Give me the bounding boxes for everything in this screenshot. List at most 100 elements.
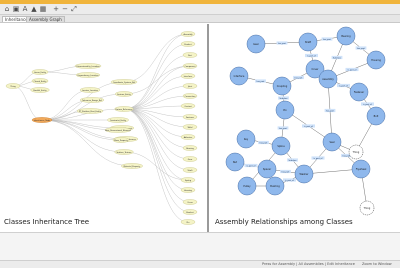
- tree-node[interactable]: Inheritance_Node: [31, 117, 53, 123]
- svg-text:is_part_of: is_part_of: [363, 103, 372, 106]
- graph-node[interactable]: Bushing: [265, 176, 285, 196]
- tree-node[interactable]: Axis_Dimensional_Element: [104, 127, 132, 133]
- tree-node[interactable]: Contact: [180, 103, 196, 109]
- graph-edge-label: has_part: [321, 37, 333, 41]
- tree-node[interactable]: Constraint_Entity: [107, 117, 129, 123]
- tree-node[interactable]: Gear: [182, 156, 198, 162]
- graph-edge-label: Subclass: [278, 96, 289, 100]
- zoom-out-icon[interactable]: −: [61, 5, 69, 13]
- graph-node[interactable]: Pulley: [237, 176, 257, 196]
- tree-node[interactable]: Joint: [182, 83, 198, 89]
- tree-node[interactable]: Product: [180, 41, 196, 47]
- tree-node[interactable]: Cover: [182, 199, 198, 205]
- assembly-relationship-graph[interactable]: has_part has_part is_part_of has_part Subcla…: [211, 24, 400, 232]
- graph-node-label: Pin: [283, 109, 287, 112]
- warning-icon[interactable]: ▲: [30, 5, 38, 13]
- graph-node[interactable]: Housing: [366, 50, 386, 70]
- fit-icon[interactable]: ⤢: [70, 5, 78, 13]
- tree-node[interactable]: Fastener: [182, 114, 198, 120]
- tree-node[interactable]: Feature_Entity: [115, 91, 133, 97]
- tree-node[interactable]: Connection: [182, 93, 198, 99]
- graph-node[interactable]: Interface: [229, 66, 249, 86]
- tree-node[interactable]: Mass_Property: [112, 137, 130, 143]
- tree-node-label: Coordinate_System_Ref: [113, 81, 136, 84]
- tree-node[interactable]: Linear_Entity: [31, 69, 49, 75]
- tree-node[interactable]: Thing: [5, 83, 21, 89]
- tree-node-label: Linear_Entity: [34, 71, 47, 74]
- tree-node[interactable]: Adhesive: [180, 134, 196, 140]
- tree-node[interactable]: Datum_Reference: [114, 106, 134, 112]
- tree-node[interactable]: Bracket: [182, 209, 198, 215]
- tree-node[interactable]: Locator_Location: [79, 87, 101, 93]
- graph-node[interactable]: Nut: [225, 152, 245, 172]
- inheritance-tree-caption: Classes Inheritance Tree: [4, 218, 90, 226]
- text-icon[interactable]: A: [21, 5, 29, 13]
- graph-edge-label: has_part: [355, 46, 367, 50]
- graph-node-label: Spacer: [263, 168, 271, 171]
- zoom-in-icon[interactable]: +: [52, 5, 60, 13]
- graph-node[interactable]: Shaft: [298, 32, 318, 52]
- layout-icon[interactable]: ▦: [39, 5, 47, 13]
- graph-node[interactable]: Fastener: [349, 82, 369, 102]
- graph-node[interactable]: Flywheel: [351, 159, 371, 179]
- graph-node[interactable]: Thing: [348, 144, 364, 160]
- graph-node[interactable]: Pin: [275, 100, 295, 120]
- graph-edge-label: is_part_of: [361, 102, 374, 106]
- svg-text:Subclass: Subclass: [333, 57, 341, 59]
- graph-node[interactable]: Spacer: [257, 159, 277, 179]
- graph-node-label: Seal: [329, 141, 334, 144]
- assembly-graph-panel[interactable]: has_part has_part is_part_of has_part Subcla…: [211, 24, 400, 232]
- tree-node[interactable]: Spring: [180, 177, 196, 183]
- svg-text:Subclass: Subclass: [280, 98, 288, 100]
- graph-node[interactable]: Spline: [271, 136, 291, 156]
- graph-edge-label: is_part_of: [283, 178, 296, 182]
- tree-edge: [41, 119, 125, 153]
- tree-node[interactable]: Material_Property: [121, 163, 143, 169]
- graph-node[interactable]: Key: [236, 129, 256, 149]
- tree-node[interactable]: Pin: [180, 219, 196, 225]
- tree-node[interactable]: PT_Position_Rest_Entity: [76, 108, 104, 114]
- graph-edge-label: Subclass: [287, 158, 298, 162]
- tree-node[interactable]: Closed_Entity: [31, 78, 49, 84]
- tree-edge: [123, 33, 189, 110]
- tree-node[interactable]: Weld: [182, 124, 198, 130]
- tree-node[interactable]: Parallel_Entity: [30, 87, 50, 93]
- tree-node[interactable]: Component: [182, 63, 198, 69]
- graph-node[interactable]: Assembly: [318, 69, 338, 89]
- graph-node[interactable]: Seal: [322, 132, 342, 152]
- tree-node-label: Material_Property: [124, 165, 142, 168]
- graph-node[interactable]: Gear: [246, 34, 266, 54]
- tab-assembly-graph[interactable]: Assembly Graph: [26, 16, 65, 22]
- tree-node[interactable]: Dimensionality_Location: [74, 63, 102, 69]
- graph-node[interactable]: Coupling: [272, 76, 292, 96]
- tree-node[interactable]: Bearing: [182, 145, 198, 151]
- tree-node[interactable]: Tolerance_Range_Ref: [79, 97, 105, 103]
- tree-node-label: Mass_Property: [114, 139, 129, 142]
- home-icon[interactable]: ⌂: [3, 5, 11, 13]
- tree-node[interactable]: Housing: [180, 187, 196, 193]
- tree-node[interactable]: Shaft: [182, 167, 198, 173]
- inheritance-tree-panel[interactable]: Thing Linear_Entity Closed_Entity Parallel_…: [0, 24, 209, 232]
- status-zoom[interactable]: Zoom to Window: [362, 262, 392, 266]
- graph-node-label: Flywheel: [356, 168, 367, 171]
- inheritance-tree-graph[interactable]: Thing Linear_Entity Closed_Entity Parallel_…: [0, 24, 207, 232]
- tree-node-label: Dimensionality_Location: [76, 65, 100, 68]
- tree-node-label: Weld: [188, 127, 193, 129]
- graph-node-label: Bushing: [270, 185, 280, 188]
- status-links[interactable]: Press for Assembly | All Assemblies | Ed…: [262, 262, 355, 266]
- graph-node[interactable]: Bearing: [336, 26, 356, 46]
- tree-node[interactable]: Assembly: [180, 31, 196, 37]
- tree-node-label: Housing: [184, 190, 192, 192]
- tree-node[interactable]: Surface_Texture: [114, 149, 134, 155]
- tree-node[interactable]: Part: [182, 52, 198, 58]
- tree-icon[interactable]: ▣: [12, 5, 20, 13]
- status-bar: Press for Assembly | All Assemblies | Ed…: [0, 260, 400, 268]
- svg-text:has_part: has_part: [278, 42, 286, 45]
- graph-edge-label: has_part: [293, 75, 304, 79]
- graph-node[interactable]: Bolt: [366, 106, 386, 126]
- tree-node[interactable]: Dependency_Location: [75, 72, 101, 78]
- tree-node[interactable]: Interface: [180, 73, 196, 79]
- graph-node[interactable]: Thing: [359, 200, 375, 216]
- tree-node[interactable]: Coordinate_System_Ref: [110, 79, 138, 85]
- graph-node[interactable]: Washer: [294, 164, 314, 184]
